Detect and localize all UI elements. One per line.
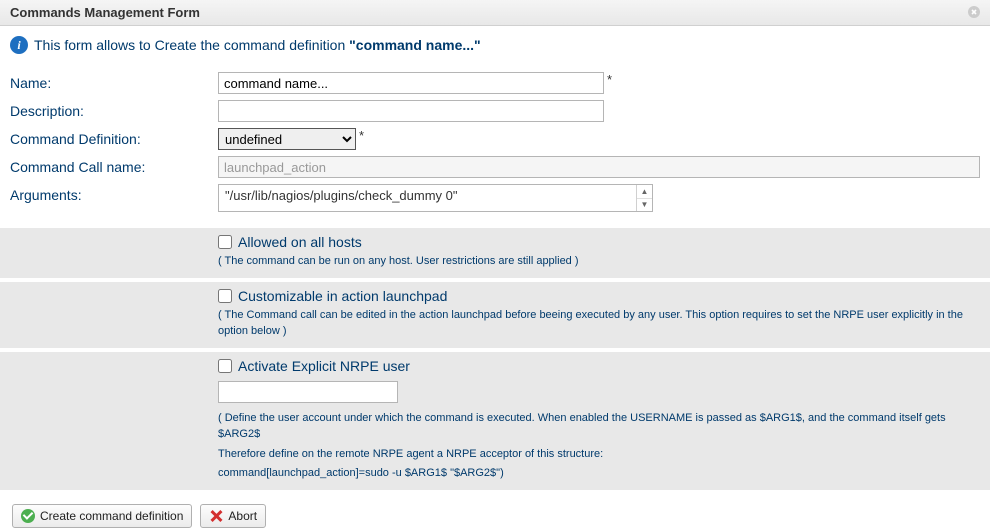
nrpe-checkbox[interactable]: [218, 359, 232, 373]
nrpe-desc3: command[launchpad_action]=sudo -u $ARG1$…: [218, 465, 980, 482]
form-body: i This form allows to Create the command…: [0, 26, 990, 528]
row-definition: Command Definition: undefined *: [10, 128, 980, 150]
nrpe-desc1: ( Define the user account under which th…: [218, 410, 980, 443]
label-callname: Command Call name:: [10, 156, 218, 175]
name-input[interactable]: [218, 72, 604, 94]
label-arguments: Arguments:: [10, 184, 218, 203]
required-mark-def: *: [359, 128, 364, 143]
nrpe-user-input[interactable]: [218, 381, 398, 403]
allowed-label: Allowed on all hosts: [238, 234, 362, 250]
spinner-up-icon[interactable]: ▲: [637, 185, 652, 199]
row-callname: Command Call name:: [10, 156, 980, 178]
info-icon: i: [10, 36, 28, 54]
option-allowed: Allowed on all hosts ( The command can b…: [0, 228, 990, 278]
definition-select[interactable]: undefined: [218, 128, 356, 150]
close-icon[interactable]: [966, 4, 982, 20]
create-button-label: Create command definition: [40, 509, 183, 523]
row-name: Name: *: [10, 72, 980, 94]
intro-text: This form allows to Create the command d…: [34, 37, 349, 53]
label-name: Name:: [10, 72, 218, 91]
allowed-desc: ( The command can be run on any host. Us…: [218, 253, 980, 270]
titlebar: Commands Management Form: [0, 0, 990, 26]
required-mark: *: [607, 72, 612, 87]
option-customizable: Customizable in action launchpad ( The C…: [0, 282, 990, 348]
arguments-spinner: ▲ ▼: [636, 185, 652, 211]
spinner-down-icon[interactable]: ▼: [637, 199, 652, 212]
customizable-desc: ( The Command call can be edited in the …: [218, 307, 980, 340]
nrpe-desc2: Therefore define on the remote NRPE agen…: [218, 446, 980, 463]
button-row: Create command definition Abort: [12, 494, 980, 528]
label-definition: Command Definition:: [10, 128, 218, 147]
nrpe-label: Activate Explicit NRPE user: [238, 358, 410, 374]
option-nrpe: Activate Explicit NRPE user ( Define the…: [0, 352, 990, 490]
abort-button[interactable]: Abort: [200, 504, 266, 528]
abort-button-label: Abort: [228, 509, 257, 523]
allowed-checkbox[interactable]: [218, 235, 232, 249]
label-description: Description:: [10, 100, 218, 119]
callname-input: [218, 156, 980, 178]
window-title: Commands Management Form: [10, 5, 200, 20]
customizable-label: Customizable in action launchpad: [238, 288, 447, 304]
check-icon: [21, 509, 35, 523]
row-arguments: Arguments: "/usr/lib/nagios/plugins/chec…: [10, 184, 980, 212]
description-input[interactable]: [218, 100, 604, 122]
intro-row: i This form allows to Create the command…: [10, 36, 980, 54]
create-button[interactable]: Create command definition: [12, 504, 192, 528]
row-description: Description:: [10, 100, 980, 122]
arguments-input[interactable]: "/usr/lib/nagios/plugins/check_dummy 0": [219, 185, 636, 211]
x-icon: [209, 509, 223, 523]
customizable-checkbox[interactable]: [218, 289, 232, 303]
intro-bold: "command name...": [349, 37, 481, 53]
